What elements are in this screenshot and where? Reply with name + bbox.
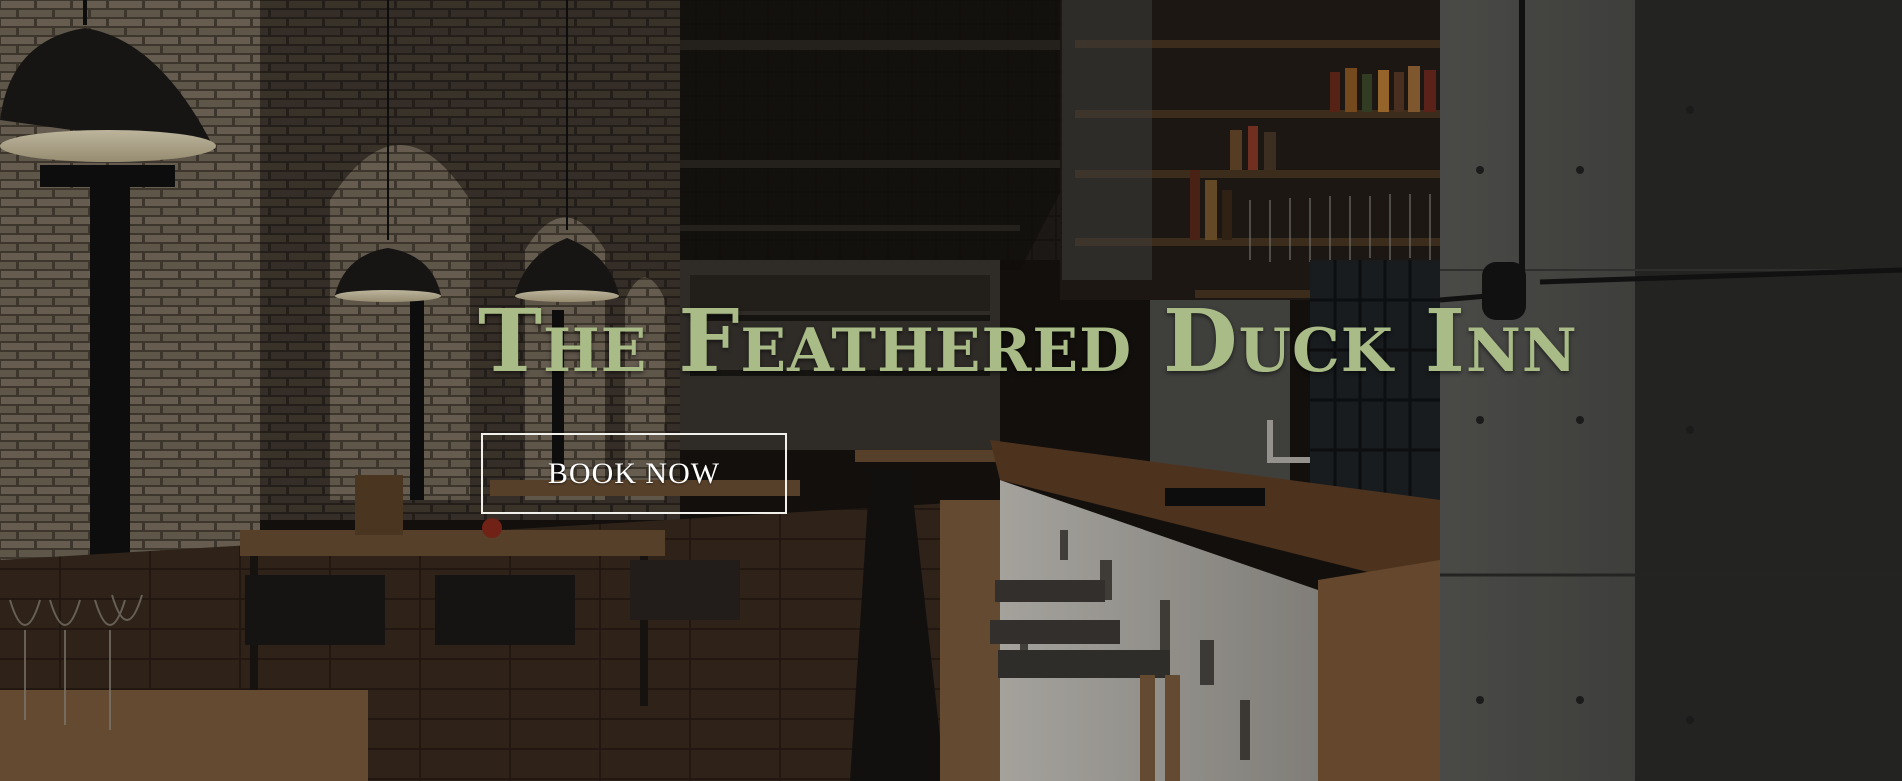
site-title: The Feathered Duck Inn bbox=[478, 291, 1578, 392]
hero-section: The Feathered Duck Inn BOOK NOW bbox=[0, 0, 1902, 781]
book-now-button[interactable]: BOOK NOW bbox=[481, 433, 787, 514]
